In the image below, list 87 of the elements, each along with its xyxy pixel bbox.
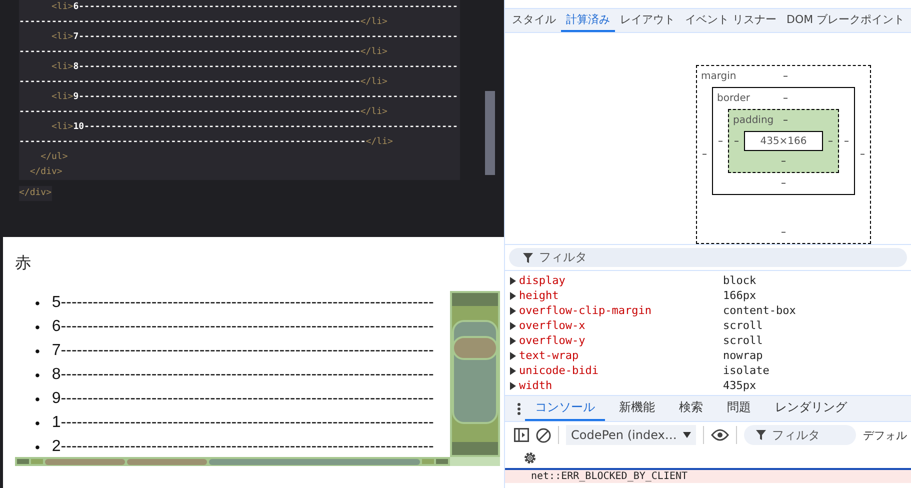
panel-tab[interactable]: レイアウト xyxy=(615,9,680,32)
list-item: 9---------------------------------------------------------------------- xyxy=(52,389,434,409)
property-name: display xyxy=(518,274,566,287)
list-bullet: • xyxy=(35,318,40,337)
more-menu-icon[interactable] xyxy=(517,402,521,414)
drawer-tab[interactable]: レンダリング xyxy=(765,396,857,421)
filter-field[interactable]: フィルタ xyxy=(509,248,907,267)
list-item: 6---------------------------------------------------------------------- xyxy=(52,317,434,337)
list-item: 7---------------------------------------------------------------------- xyxy=(52,341,434,361)
box-value: – xyxy=(781,156,786,167)
content-size: 435×166 xyxy=(744,131,823,151)
property-value: nowrap xyxy=(723,349,764,362)
list-bullet: • xyxy=(35,342,40,361)
code-line: ---------------------------------------------------------------</li> xyxy=(19,46,388,59)
list-bullet: • xyxy=(35,438,40,457)
settings-icon[interactable] xyxy=(523,451,537,465)
property-name: width xyxy=(518,379,554,392)
property-value: scroll xyxy=(723,334,764,347)
code-line: ----------------------------------------------------------------</li> xyxy=(19,136,394,149)
list-bullet: • xyxy=(35,414,40,433)
property-value: content-box xyxy=(723,304,797,317)
box-label: border xyxy=(717,93,752,104)
code-line: <li>7---------------------------------------------------------------------- xyxy=(50,31,459,44)
box-value: – xyxy=(702,149,707,160)
property-name: text-wrap xyxy=(518,349,580,362)
property-value: block xyxy=(723,274,758,287)
eye-icon[interactable] xyxy=(710,429,729,441)
scrollbar-thumb[interactable] xyxy=(485,91,495,175)
property-name: overflow-y xyxy=(518,334,586,347)
panel-tab[interactable]: イベント リスナー xyxy=(680,9,782,32)
property-name: height xyxy=(518,289,560,302)
box-value: – xyxy=(734,136,739,146)
property-name: overflow-clip-margin xyxy=(518,304,652,317)
horizontal-scrollbar[interactable] xyxy=(15,457,450,466)
preview-heading: 赤 xyxy=(15,254,32,273)
drawer-tab[interactable]: 検索 xyxy=(669,396,713,421)
box-value: – xyxy=(844,136,849,146)
code-line: ---------------------------------------------------------------</li> xyxy=(19,106,388,119)
code-line: <li>9---------------------------------------------------------------------- xyxy=(50,91,459,104)
code-line: <li>10--------------------------------------------------------------------- xyxy=(50,121,459,134)
box-value: – xyxy=(783,115,788,126)
code-line: <li>6---------------------------------------------------------------------- xyxy=(50,1,459,14)
scrollbar-corner xyxy=(450,457,500,466)
list-item: 1---------------------------------------------------------------------- xyxy=(52,413,434,433)
panel-tab[interactable]: スタイル xyxy=(507,9,561,32)
code-line: </ul> xyxy=(40,151,69,164)
list-bullet: • xyxy=(35,294,40,313)
log-level-dropdown[interactable]: デフォル xyxy=(862,428,907,442)
drawer-tab[interactable]: コンソール xyxy=(525,396,605,421)
filter-icon xyxy=(756,430,766,440)
vertical-scrollbar[interactable] xyxy=(450,291,500,457)
drawer-tab[interactable]: 問題 xyxy=(717,396,761,421)
code-line: </div> xyxy=(28,166,64,179)
panel-tab[interactable]: 計算済み xyxy=(561,9,615,32)
box-value: – xyxy=(718,136,723,146)
list-item: 5---------------------------------------------------------------------- xyxy=(52,293,434,313)
box-value: – xyxy=(860,149,865,160)
box-label: padding xyxy=(733,115,775,126)
box-value: – xyxy=(783,71,788,82)
code-line: ---------------------------------------------------------------</li> xyxy=(19,16,388,29)
list-item: 8---------------------------------------------------------------------- xyxy=(52,365,434,385)
property-name: unicode-bidi xyxy=(518,364,600,377)
list-bullet: • xyxy=(35,366,40,385)
clear-icon[interactable] xyxy=(536,428,551,442)
box-label: margin xyxy=(701,71,738,82)
filter-icon xyxy=(523,252,533,262)
box-value: – xyxy=(783,93,788,104)
property-value: 435px xyxy=(723,379,758,392)
filter-field[interactable]: フィルタ xyxy=(744,425,856,445)
property-name: overflow-x xyxy=(518,319,586,332)
context-dropdown[interactable]: CodePen (index… xyxy=(566,425,696,445)
property-value: isolate xyxy=(723,364,770,377)
code-line: ---------------------------------------------------------------</li> xyxy=(19,76,388,89)
console-message: net::ERR_BLOCKED_BY_CLIENT xyxy=(505,468,911,483)
panel-tab[interactable]: DOM ブレークポイント xyxy=(782,9,910,32)
box-value: – xyxy=(781,178,786,189)
box-value: – xyxy=(828,136,833,146)
code-line: </div> xyxy=(19,187,52,200)
property-value: 166px xyxy=(723,289,758,302)
list-item: 2---------------------------------------------------------------------- xyxy=(52,437,434,457)
caret-icon xyxy=(682,432,691,438)
drawer-tab[interactable]: 新機能 xyxy=(609,396,665,421)
code-line: <li>8---------------------------------------------------------------------- xyxy=(50,61,459,74)
sidebar-icon[interactable] xyxy=(514,428,529,442)
list-bullet: • xyxy=(35,390,40,409)
property-value: scroll xyxy=(723,319,764,332)
box-value: – xyxy=(781,227,786,238)
